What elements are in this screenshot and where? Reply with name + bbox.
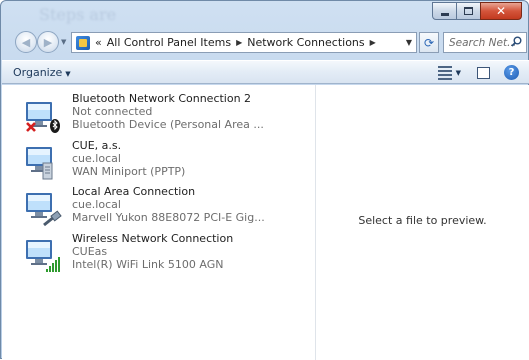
network-adapter-icon [26,240,60,272]
connection-status: Not connected [72,105,153,118]
navigation-bar: ◀ ▶ ▼ « All Control Panel Items ▶ Networ… [1,29,528,57]
preview-pane: Select a file to preview. [315,85,529,360]
breadcrumb-chevron-icon[interactable]: ▶ [370,38,376,47]
list-item[interactable]: CUE, a.s. cue.local WAN Miniport (PPTP) [24,139,314,183]
breadcrumb-all-control-panel-items[interactable]: All Control Panel Items [107,36,231,49]
list-item[interactable]: Wireless Network Connection CUEas Intel(… [24,232,314,276]
connection-device: Bluetooth Device (Personal Area ... [72,118,264,131]
back-arrow-icon: ◀ [21,35,31,49]
explorer-window: Steps are ✕ ◀ ▶ ▼ « All Control Panel It… [0,0,529,360]
refresh-icon: ⟳ [423,35,435,50]
organize-label: Organize [13,66,63,79]
connection-status: cue.local [72,152,121,165]
connection-name: Local Area Connection [72,185,196,198]
connection-device: Intel(R) WiFi Link 5100 AGN [72,258,224,271]
list-item[interactable]: Local Area Connection cue.local Marvell … [24,185,314,229]
maximize-icon [464,7,473,15]
help-icon[interactable]: ? [504,65,519,80]
search-icon[interactable] [511,36,522,47]
window-title: Steps are [39,5,117,24]
breadcrumb-chevron-icon[interactable]: ▶ [236,38,242,47]
caption-buttons: ✕ [432,2,522,20]
connection-status: cue.local [72,198,121,211]
address-bar[interactable]: « All Control Panel Items ▶ Network Conn… [71,32,417,53]
command-bar-right: ▼ ? [437,65,519,80]
connections-list: Bluetooth Network Connection 2 Not conne… [2,85,315,360]
organize-button[interactable]: Organize ▼ [13,66,71,79]
content-area: Bluetooth Network Connection 2 Not conne… [2,85,529,360]
back-button[interactable]: ◀ [15,31,37,53]
minimize-icon [440,12,449,16]
chevron-down-icon: ▼ [65,70,71,78]
connection-name: CUE, a.s. [72,139,122,152]
maximize-button[interactable] [456,2,481,20]
breadcrumb-overflow[interactable]: « [95,36,102,49]
change-view-icon[interactable] [437,65,452,80]
breadcrumb-network-connections[interactable]: Network Connections [247,36,364,49]
list-item[interactable]: Bluetooth Network Connection 2 Not conne… [24,92,314,136]
wifi-signal-icon [46,257,60,272]
view-options-dropdown[interactable]: ▼ [456,69,461,77]
preview-message: Select a file to preview. [358,214,487,227]
network-adapter-icon [26,102,60,133]
forward-arrow-icon: ▶ [43,35,53,49]
connection-name: Wireless Network Connection [72,232,234,245]
bluetooth-icon [50,119,60,133]
network-adapter-icon [26,147,53,180]
connection-status: CUEas [72,245,108,258]
control-panel-icon [76,35,90,50]
refresh-button[interactable]: ⟳ [419,32,439,53]
connection-device: WAN Miniport (PPTP) [72,165,186,178]
connection-device: Marvell Yukon 88E8072 PCI-E Gig... [72,211,265,224]
network-adapter-icon [26,193,62,227]
command-bar: Organize ▼ ▼ ? [2,60,529,84]
recent-pages-dropdown[interactable]: ▼ [61,38,66,46]
connection-name: Bluetooth Network Connection 2 [72,92,252,105]
forward-button[interactable]: ▶ [37,31,59,53]
search-input[interactable] [449,36,515,49]
preview-pane-icon[interactable] [477,66,490,79]
ethernet-cable-icon [43,210,62,227]
address-dropdown-icon[interactable]: ▼ [406,38,412,47]
close-button[interactable]: ✕ [480,2,522,20]
vpn-server-icon [42,162,53,180]
close-icon: ✕ [495,4,507,18]
minimize-button[interactable] [432,2,457,20]
search-box[interactable] [443,32,527,53]
